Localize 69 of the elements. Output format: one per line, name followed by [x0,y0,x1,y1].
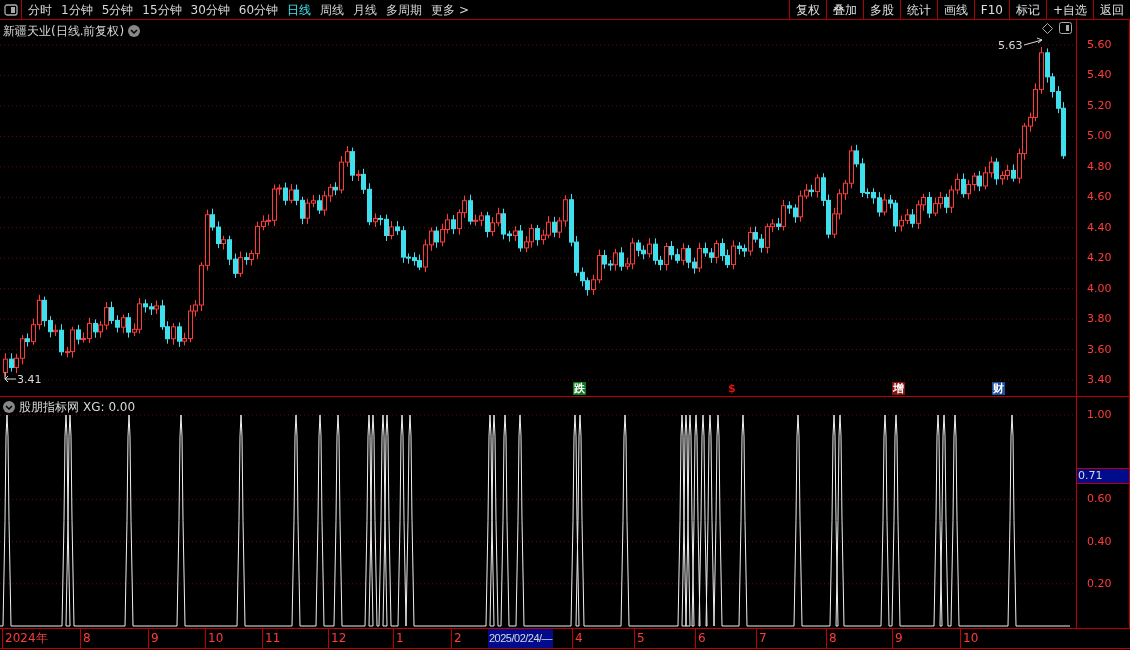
price-tick-label: 4.00 [1087,282,1112,294]
chart-title: 新疆天业(日线.前复权) [3,23,125,40]
period-tab[interactable]: 周线 [320,0,345,19]
indicator-value: XG: 0.00 [83,399,136,416]
cursor-date-label: 2025/02/24/— [488,629,554,648]
event-marker[interactable]: $ [727,382,737,395]
toolbar-button[interactable]: +自选 [1045,0,1093,19]
date-label: 7 [756,629,767,648]
pointer-arrow [1023,37,1043,46]
period-tab[interactable]: 更多 > [431,0,469,19]
price-tick-label: 5.40 [1087,69,1112,81]
period-tab[interactable]: 1分钟 [61,0,93,19]
dropdown-icon[interactable] [128,25,141,37]
date-label: 9 [148,629,159,648]
price-tick-label: 4.40 [1087,221,1112,233]
period-tab[interactable]: 5分钟 [101,0,134,19]
panel-toggle-icon[interactable] [3,3,18,16]
period-tab[interactable]: 15分钟 [142,0,182,19]
date-label: 1 [393,629,404,648]
indicator-title: 股朋指标网 [19,399,79,416]
date-label: 2024年 [2,629,48,648]
date-label: 11 [262,629,281,648]
date-label: 10 [205,629,224,648]
price-tick-label: 3.80 [1087,313,1112,325]
date-label: 12 [328,629,347,648]
toolbar-button[interactable]: 多股 [862,0,900,19]
pointer-arrow [4,371,17,383]
event-marker[interactable]: 跌 [573,382,586,395]
date-label: 4 [572,629,583,648]
period-tab[interactable]: 60分钟 [238,0,279,19]
price-annotation: 5.63 [998,38,1023,54]
period-tab[interactable]: 30分钟 [190,0,230,19]
value-tick-label: 1.00 [1087,409,1112,420]
date-label: 8 [826,629,837,648]
price-tick-label: 4.20 [1087,252,1112,264]
dropdown-icon[interactable] [3,401,15,413]
price-tick-label: 5.00 [1087,130,1112,142]
date-label: 2 [451,629,462,648]
value-tick-label: 0.60 [1087,493,1112,505]
period-tab[interactable]: 日线 [287,0,312,19]
event-marker[interactable]: 增 [892,382,905,395]
period-tab[interactable]: 月线 [353,0,378,19]
toolbar-button[interactable]: 复权 [788,0,826,19]
price-tick-label: 4.60 [1087,191,1112,203]
date-label: 9 [892,629,903,648]
value-tick-label: 0.20 [1087,577,1112,589]
price-tick-label: 3.40 [1087,374,1112,385]
toolbar-button[interactable]: 标记 [1008,0,1046,19]
date-label: 8 [80,629,91,648]
toolbar-button[interactable]: 统计 [899,0,937,19]
toolbar-button[interactable]: F10 [973,0,1009,19]
event-marker[interactable]: 财 [992,382,1005,395]
date-label: 5 [634,629,645,648]
toolbar-button[interactable]: 叠加 [825,0,863,19]
period-tab[interactable]: 分时 [28,0,52,19]
diamond-icon[interactable] [1042,22,1053,34]
value-tick-label: 0.40 [1087,535,1112,547]
price-tick-label: 5.60 [1087,39,1112,50]
price-tick-label: 5.20 [1087,99,1112,111]
price-tick-label: 4.80 [1087,160,1112,172]
price-annotation: 3.41 [17,372,42,388]
date-label: 10 [960,629,979,648]
current-value-label: 0.71 [1077,468,1129,485]
period-tab[interactable]: 多周期 [386,0,423,19]
price-tick-label: 3.60 [1087,343,1112,355]
panel-toggle-icon[interactable] [1059,22,1072,34]
toolbar-button[interactable]: 返回 [1093,0,1130,19]
date-label: 6 [695,629,706,648]
toolbar-button[interactable]: 画线 [936,0,974,19]
